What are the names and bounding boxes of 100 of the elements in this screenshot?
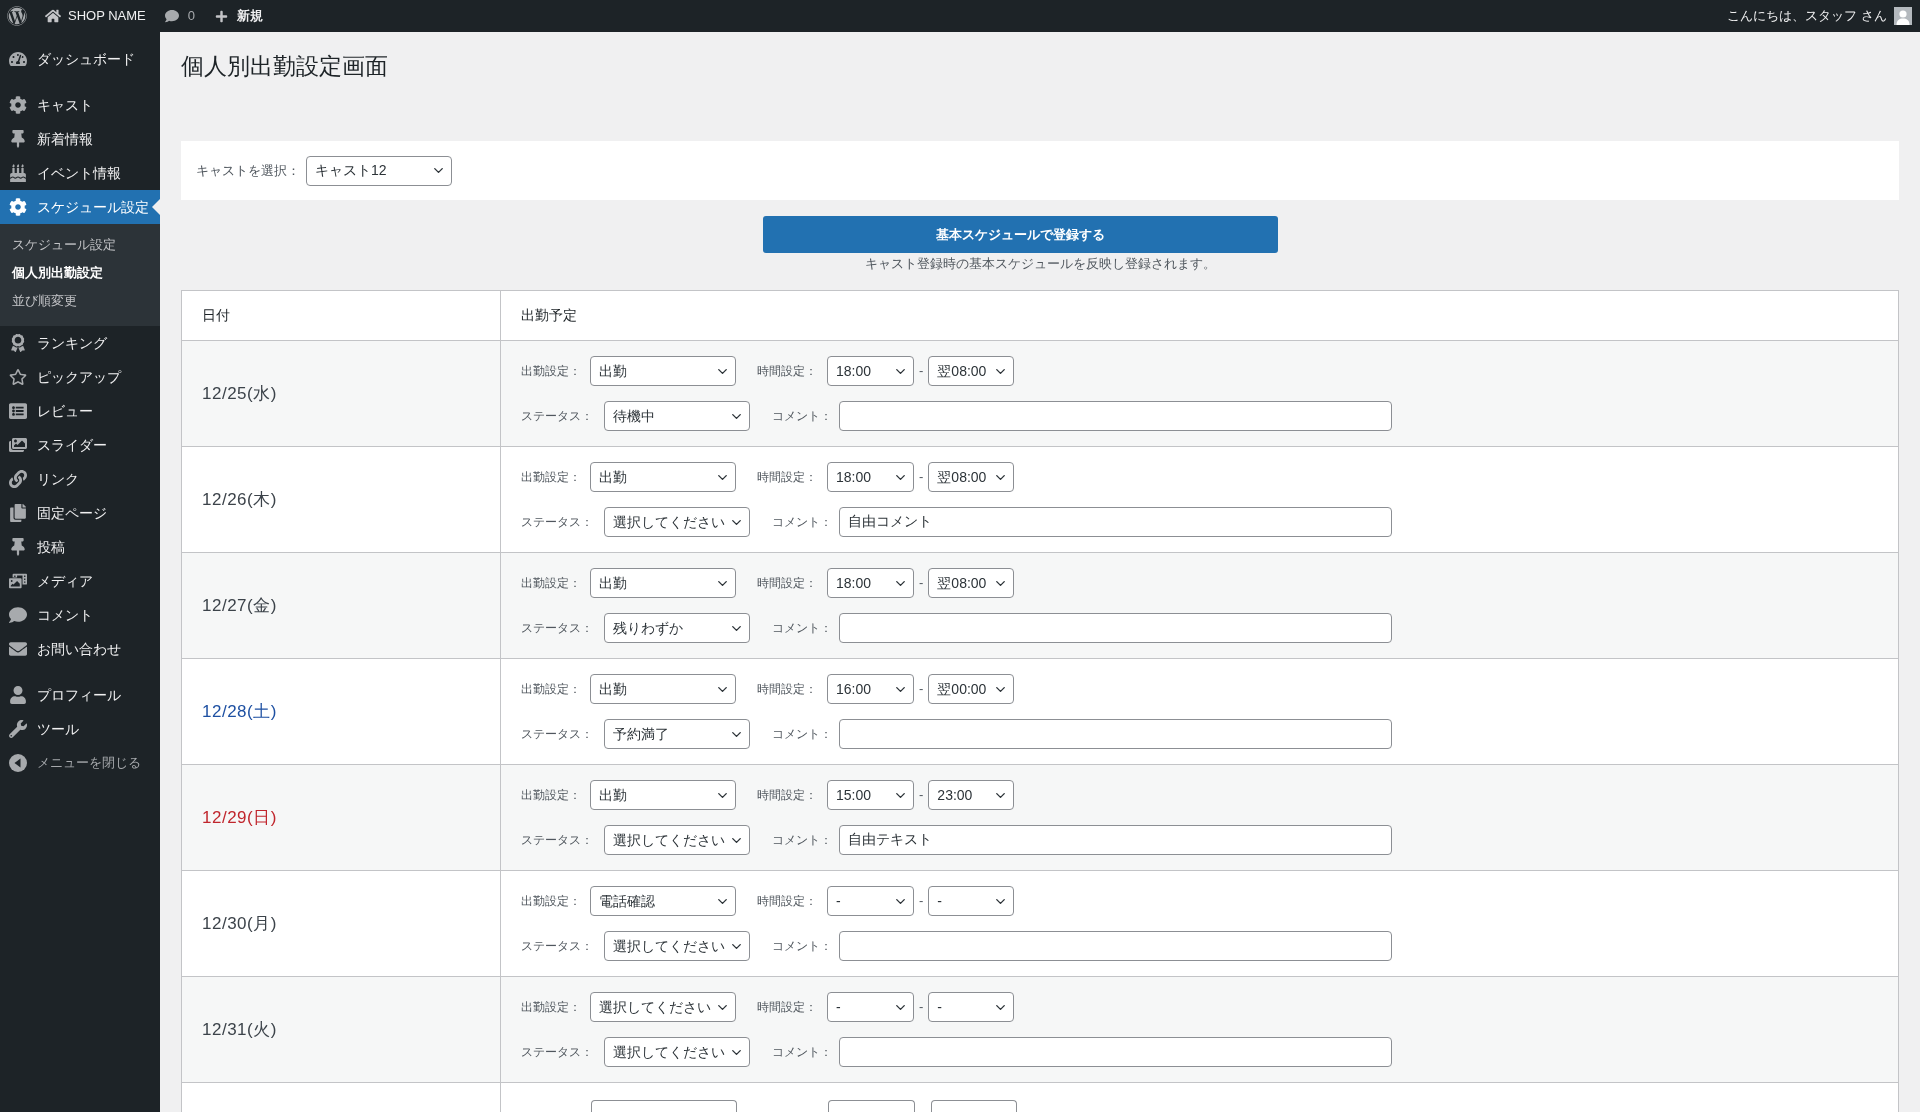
start-time-dropdown[interactable]: - [827,992,914,1022]
home-icon[interactable] [45,8,61,24]
end-time-dropdown[interactable]: 翌08:00 [928,568,1015,598]
comment-field[interactable] [839,719,1392,749]
comment-field[interactable] [839,401,1392,431]
submenu-item[interactable]: スケジュール設定 [0,231,160,259]
pages-icon [9,504,27,522]
comment-field[interactable]: 自由コメント [839,507,1392,537]
start-time-dropdown[interactable]: 18:00 [827,568,914,598]
sidebar-item[interactable]: ツール [0,712,160,746]
link-icon [9,470,27,488]
sidebar-item[interactable]: ダッシュボード [0,42,160,76]
start-time-dropdown[interactable]: 18:00 [827,356,914,386]
end-time-dropdown[interactable]: - [928,992,1015,1022]
sidebar-item[interactable]: 固定ページ [0,496,160,530]
range-separator: - [919,468,924,487]
end-time-dropdown[interactable]: 翌00:00 [928,674,1015,704]
avatar-icon[interactable] [1894,7,1912,25]
register-button[interactable]: 基本スケジュールで登録する [763,216,1278,253]
cast-select-label: キャストを選択： [196,161,300,180]
comment-field[interactable]: 自由テキスト [839,825,1392,855]
sidebar-item[interactable]: スケジュール設定 [0,190,160,224]
field-label: コメント： [772,514,832,531]
sidebar-item[interactable]: コメント [0,598,160,632]
field-label: コメント： [772,726,832,743]
sidebar-item[interactable]: ランキング [0,326,160,360]
sidebar-item[interactable]: レビュー [0,394,160,428]
dropdown-field[interactable] [931,1100,1017,1112]
field-label: コメント： [772,832,832,849]
register-hint: キャスト登録時の基本スケジュールを反映し登録されます。 [864,255,1216,273]
range-separator: - [919,574,924,593]
plus-icon[interactable] [215,9,228,23]
sidebar-item[interactable]: キャスト [0,88,160,122]
attendance-dropdown[interactable]: 出勤 [590,356,736,386]
pin-icon [9,538,27,556]
attendance-dropdown[interactable]: 出勤 [590,462,736,492]
date-text: 12/29(日) [202,806,277,829]
attendance-dropdown[interactable]: 出勤 [590,780,736,810]
attendance-dropdown[interactable]: 電話確認 [590,886,736,916]
column-header: 日付 [182,291,501,340]
field-label: 時間設定： [757,787,817,804]
sidebar-item[interactable]: ピックアップ [0,360,160,394]
dropdown-field[interactable] [828,1100,915,1112]
comment-field[interactable] [839,931,1392,961]
status-dropdown[interactable]: 待機中 [604,401,750,431]
status-dropdown[interactable]: 選択してください [604,507,750,537]
site-name-link[interactable]: SHOP NAME [68,6,146,26]
field-label: 時間設定： [757,469,817,486]
status-dropdown[interactable]: 選択してください [604,1037,750,1067]
sidebar-item[interactable]: メディア [0,564,160,598]
images-icon [9,436,27,454]
comment-field[interactable] [839,1037,1392,1067]
sidebar-item[interactable]: リンク [0,462,160,496]
start-time-dropdown[interactable]: 18:00 [827,462,914,492]
speech-bubble-icon[interactable] [164,9,179,23]
field-label: 出勤設定： [521,893,581,910]
sidebar-item[interactable]: お問い合わせ [0,632,160,666]
start-time-dropdown[interactable]: - [827,886,914,916]
logo-icon[interactable] [7,6,27,26]
attendance-dropdown[interactable]: 出勤 [590,674,736,704]
status-dropdown[interactable]: 予約満了 [604,719,750,749]
sidebar-item[interactable]: 新着情報 [0,122,160,156]
status-dropdown[interactable]: 選択してください [604,931,750,961]
dropdown-field[interactable] [591,1100,737,1112]
date-text: 12/28(土) [202,700,277,723]
sidebar-item[interactable]: イベント情報 [0,156,160,190]
photo-video-icon [9,572,27,590]
medal-icon [9,334,27,352]
cast-dropdown[interactable]: キャスト12 [306,155,452,186]
submenu-item[interactable]: 個人別出勤設定 [0,259,160,287]
field-label: コメント： [772,1044,832,1061]
submenu-item[interactable]: 並び順変更 [0,287,160,315]
sidebar-item[interactable]: 投稿 [0,530,160,564]
status-dropdown[interactable]: 選択してください [604,825,750,855]
sidebar-item[interactable]: プロフィール [0,678,160,712]
field-label: 出勤設定： [521,787,581,804]
start-time-dropdown[interactable]: 15:00 [827,780,914,810]
comment-field[interactable] [839,613,1392,643]
pin-icon [9,130,27,148]
end-time-dropdown[interactable]: 翌08:00 [928,356,1015,386]
gauge-icon [9,50,27,68]
new-link[interactable]: 新規 [237,6,263,26]
end-time-dropdown[interactable]: 翌08:00 [928,462,1015,492]
sidebar-item[interactable]: スライダー [0,428,160,462]
wrench-icon [9,720,27,738]
gear-icon [9,96,27,114]
cake-icon [9,164,27,182]
status-dropdown[interactable]: 残りわずか [604,613,750,643]
start-time-dropdown[interactable]: 16:00 [827,674,914,704]
field-label: ステータス： [521,832,593,849]
left-arrow-circle-icon [9,754,27,772]
end-time-dropdown[interactable]: 23:00 [928,780,1015,810]
attendance-dropdown[interactable]: 選択してください [590,992,736,1022]
collapse-menu-item[interactable]: メニューを閉じる [0,746,160,780]
field-label: ステータス： [521,938,593,955]
range-separator: - [919,998,924,1017]
attendance-dropdown[interactable]: 出勤 [590,568,736,598]
comment-count[interactable]: 0 [187,6,195,26]
greeting-text[interactable]: こんにちは、スタッフ さん [1727,6,1887,26]
end-time-dropdown[interactable]: - [928,886,1015,916]
